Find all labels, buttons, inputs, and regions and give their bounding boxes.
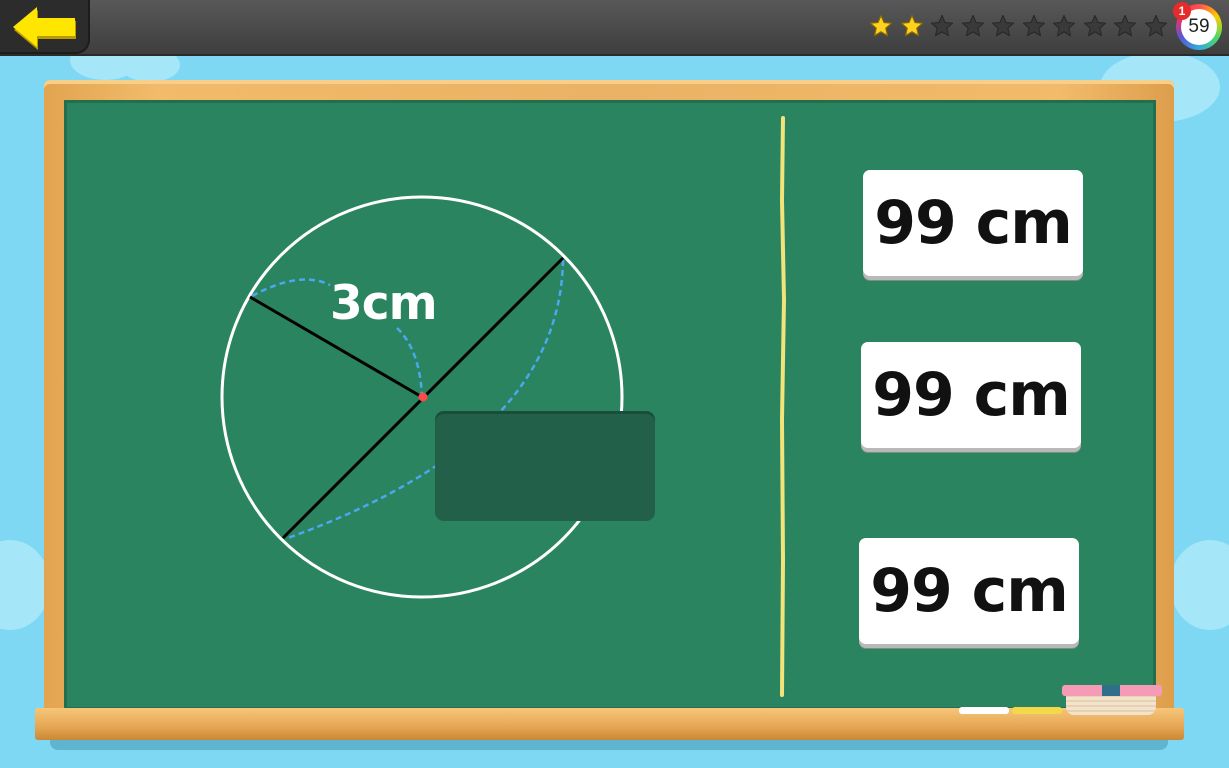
cloud-decoration <box>0 540 50 630</box>
notification-badge: 1 <box>1173 2 1191 20</box>
answer-card[interactable]: 99 cm <box>863 170 1083 276</box>
star-empty-icon <box>1019 11 1050 41</box>
answer-card[interactable]: 99 cm <box>861 342 1081 448</box>
star-filled-icon <box>866 11 897 41</box>
star-empty-icon <box>1080 11 1111 41</box>
arrow-left-icon <box>13 7 76 50</box>
star-empty-icon <box>1141 11 1172 41</box>
back-button[interactable] <box>0 0 90 54</box>
star-empty-icon <box>958 11 989 41</box>
top-bar: 59 1 <box>0 0 1229 56</box>
star-empty-icon <box>1110 11 1141 41</box>
star-empty-icon <box>988 11 1019 41</box>
radius-label: 3cm <box>330 276 438 331</box>
answer-card[interactable]: 99 cm <box>859 538 1079 644</box>
cloud-decoration <box>1170 540 1229 630</box>
star-empty-icon <box>927 11 958 41</box>
answer-drop-zone[interactable] <box>435 411 655 521</box>
star-empty-icon <box>1049 11 1080 41</box>
eraser-icon <box>1062 685 1162 715</box>
chalk-yellow <box>1012 707 1062 714</box>
star-filled-icon <box>897 11 928 41</box>
progress-stars <box>866 11 1171 41</box>
chalk-white <box>959 707 1009 714</box>
